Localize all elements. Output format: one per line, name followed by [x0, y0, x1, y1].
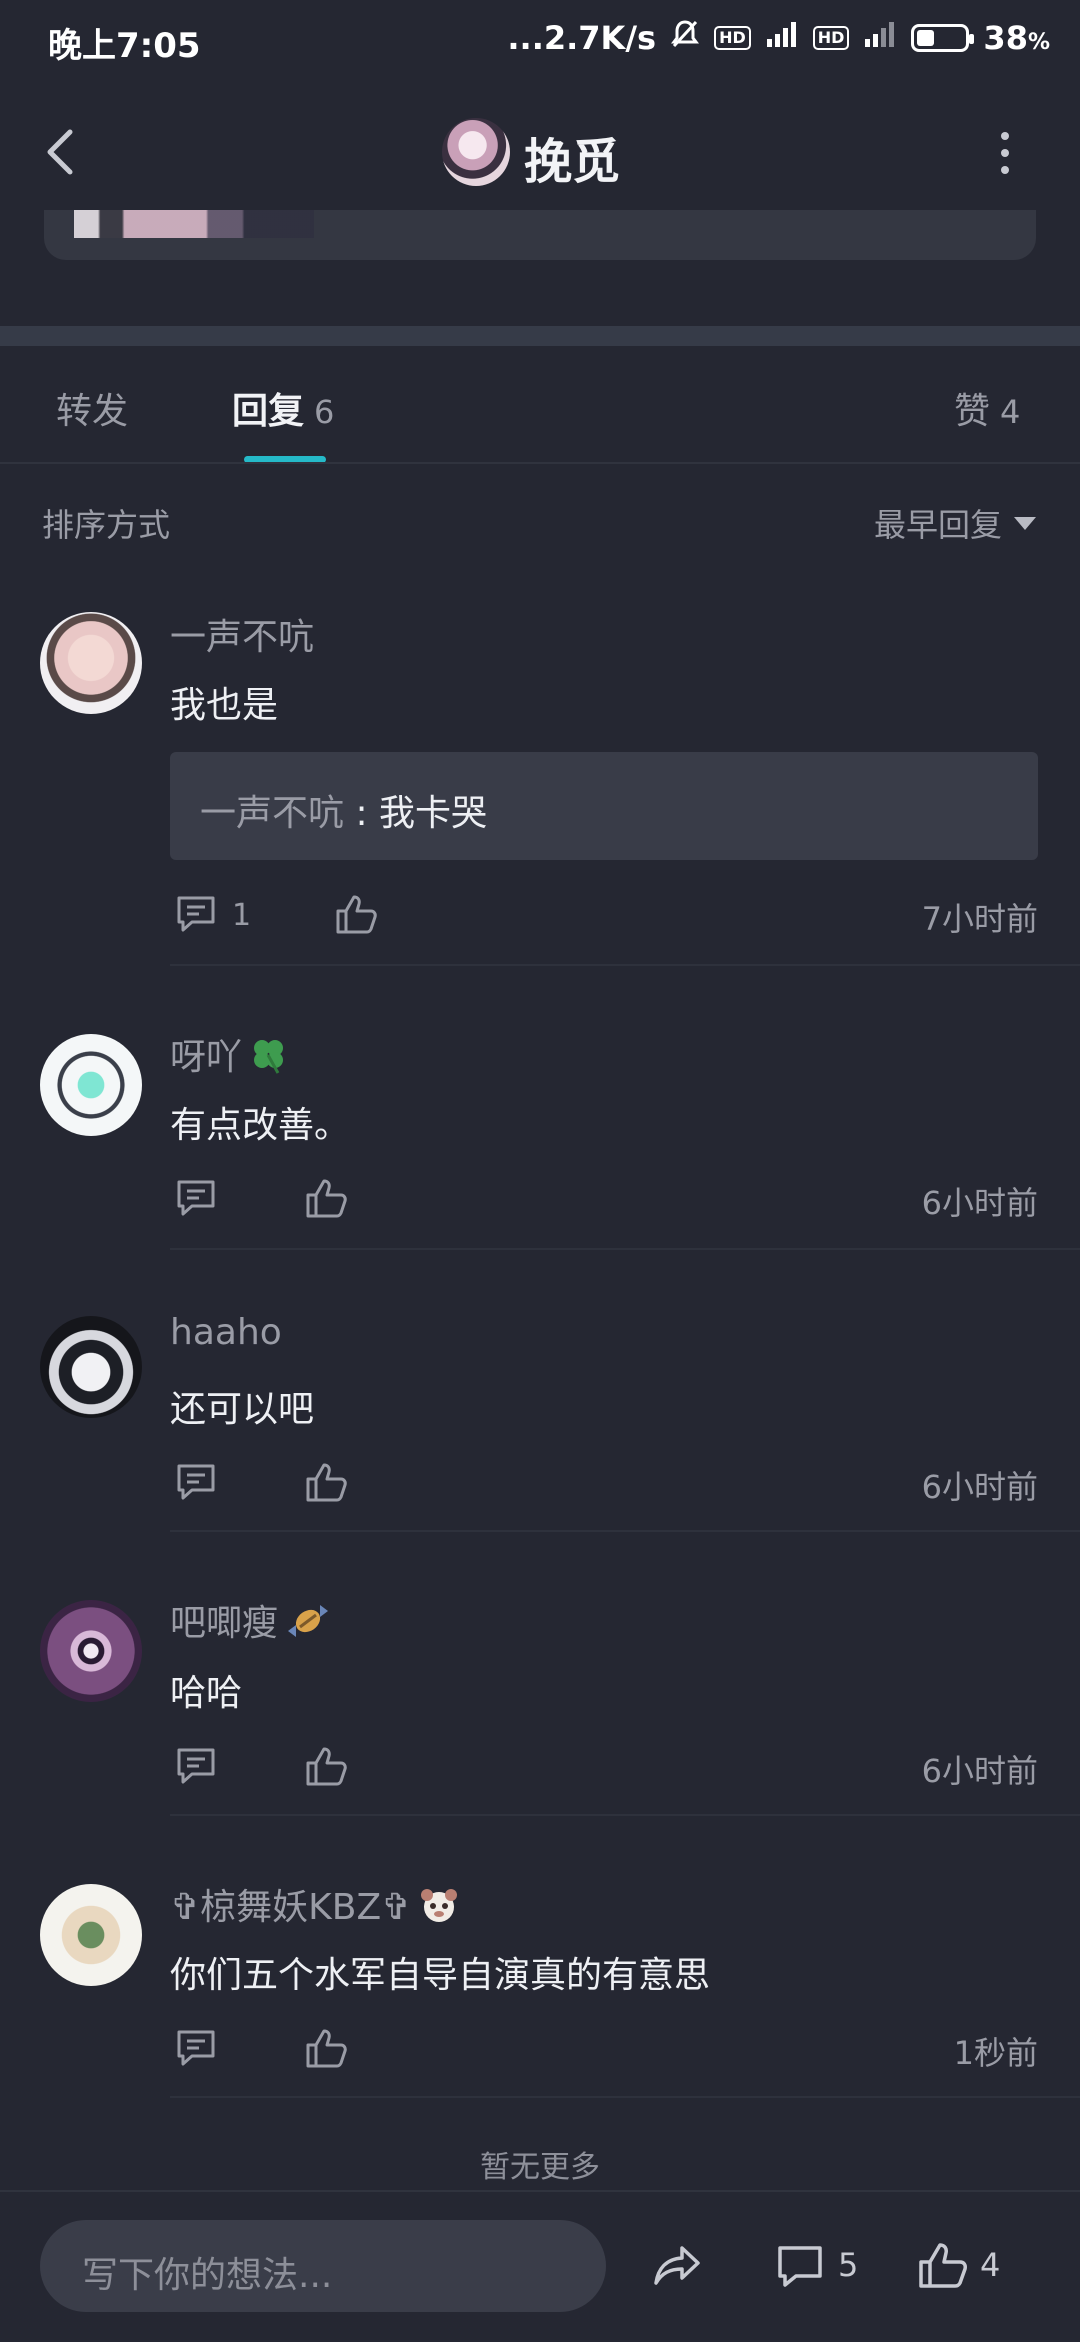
avatar[interactable] [40, 1600, 142, 1702]
thumbs-up-icon [919, 2243, 967, 2288]
tabs-divider [0, 462, 1080, 464]
post-image-thumbnail [74, 210, 314, 238]
tab-like-count: 4 [1000, 393, 1021, 431]
tab-reply[interactable]: 回复 6 [232, 382, 334, 434]
nested-reply-box[interactable]: 一声不吭 : 我卡哭 [170, 752, 1038, 860]
comment-icon [177, 896, 215, 932]
mute-icon [670, 18, 700, 58]
comment-time: 6小时前 [921, 1468, 1038, 1506]
like-button[interactable] [304, 1744, 348, 1788]
comment-time: 6小时前 [921, 1184, 1038, 1222]
nested-reply-text: 我卡哭 [379, 793, 488, 834]
tab-reply-count: 6 [314, 393, 335, 431]
status-icons: ...2.7K/s HD HD 38% [507, 18, 1050, 58]
comment-icon [177, 2030, 215, 2066]
share-icon [654, 2246, 700, 2285]
comment-divider [170, 2096, 1080, 2098]
hd-badge: HD [714, 26, 751, 50]
thumbs-up-icon [306, 1747, 347, 1786]
comment-author[interactable]: 吧唧瘦 [170, 1594, 332, 1650]
bear-mask-icon [417, 1883, 461, 1936]
comment-author[interactable]: 一声不吭 [170, 608, 314, 660]
comment-time: 7小时前 [921, 900, 1038, 938]
comment-author[interactable]: ✞椋舞妖KBZ✞ [170, 1878, 461, 1936]
clover-icon [248, 1035, 288, 1084]
comment-icon [778, 2246, 822, 2287]
comment-text: 还可以吧 [170, 1389, 315, 1430]
comments-button[interactable] [774, 2240, 826, 2292]
nested-reply: 一声不吭 : 我卡哭 [200, 793, 488, 834]
sort-label: 排序方式 [42, 506, 171, 544]
reply-button[interactable] [174, 1744, 218, 1788]
more-menu-button[interactable] [996, 132, 1014, 174]
caret-down-icon [1014, 516, 1036, 530]
comment-author[interactable]: 呀吖 [170, 1028, 288, 1084]
like-post-button[interactable] [916, 2240, 968, 2292]
tab-forward[interactable]: 转发 [56, 382, 128, 434]
chevron-left-icon [47, 129, 73, 175]
comment-divider [170, 1530, 1080, 1532]
signal-icon-2 [863, 19, 897, 57]
status-time: 晚上7:05 [48, 26, 201, 66]
comment-time: 1秒前 [953, 2034, 1038, 2072]
comments-count: 5 [838, 2246, 859, 2284]
back-button[interactable] [40, 122, 80, 182]
reply-button[interactable] [174, 1460, 218, 1504]
thumbs-up-icon [336, 895, 377, 934]
like-button[interactable] [304, 1176, 348, 1220]
comment-icon [177, 1464, 215, 1500]
avatar[interactable] [40, 1884, 142, 1986]
thumbs-up-icon [306, 2029, 347, 2068]
sort-dropdown[interactable]: 最早回复 [874, 500, 1036, 546]
candy-icon [284, 1601, 332, 1650]
avatar[interactable] [40, 1316, 142, 1418]
status-bar: 晚上7:05 ...2.7K/s HD HD 38% [0, 0, 1080, 82]
comment-text: 有点改善。 [170, 1105, 351, 1146]
network-speed: ...2.7K/s [507, 19, 657, 57]
comment-input[interactable]: 写下你的想法... [40, 2220, 606, 2312]
signal-icon [765, 19, 799, 57]
comment-text: 我也是 [170, 685, 279, 726]
likes-count: 4 [980, 2246, 1001, 2284]
share-button[interactable] [652, 2240, 704, 2292]
reply-button[interactable] [174, 2026, 218, 2070]
nested-reply-author[interactable]: 一声不吭 [200, 793, 344, 834]
like-button[interactable] [304, 1460, 348, 1504]
like-button[interactable] [334, 892, 378, 936]
thumbs-up-icon [306, 1463, 347, 1502]
header-avatar[interactable] [442, 118, 510, 186]
comment-icon [177, 1180, 215, 1216]
battery-icon [911, 24, 975, 52]
reply-button[interactable] [174, 1176, 218, 1220]
tab-like[interactable]: 赞4 [954, 382, 1020, 434]
comment-divider [170, 964, 1080, 966]
no-more-label: 暂无更多 [480, 2150, 600, 2185]
comment-time: 6小时前 [921, 1752, 1038, 1790]
page-title: 挽觅 [524, 134, 621, 190]
sort-value: 最早回复 [873, 506, 1002, 544]
hd-badge-2: HD [812, 26, 850, 50]
like-button[interactable] [304, 2026, 348, 2070]
thumbs-up-icon [306, 1179, 347, 1218]
comment-text: 哈哈 [170, 1673, 243, 1714]
avatar[interactable] [40, 1034, 142, 1136]
original-post-card[interactable] [44, 210, 1036, 260]
comment-author[interactable]: haaho [170, 1312, 282, 1353]
comment-input-placeholder: 写下你的想法... [82, 2255, 333, 2296]
tab-reply-label: 回复 [232, 391, 305, 432]
battery-percent: 38% [983, 19, 1050, 57]
comment-divider [170, 1248, 1080, 1250]
comment-text: 你们五个水军自导自演真的有意思 [170, 1955, 711, 1996]
section-divider [0, 326, 1080, 346]
comment-divider [170, 1814, 1080, 1816]
tab-like-label: 赞 [954, 391, 991, 432]
avatar[interactable] [40, 612, 142, 714]
comment-icon [177, 1748, 215, 1784]
reply-button[interactable] [174, 892, 218, 936]
reply-count: 1 [232, 898, 252, 933]
